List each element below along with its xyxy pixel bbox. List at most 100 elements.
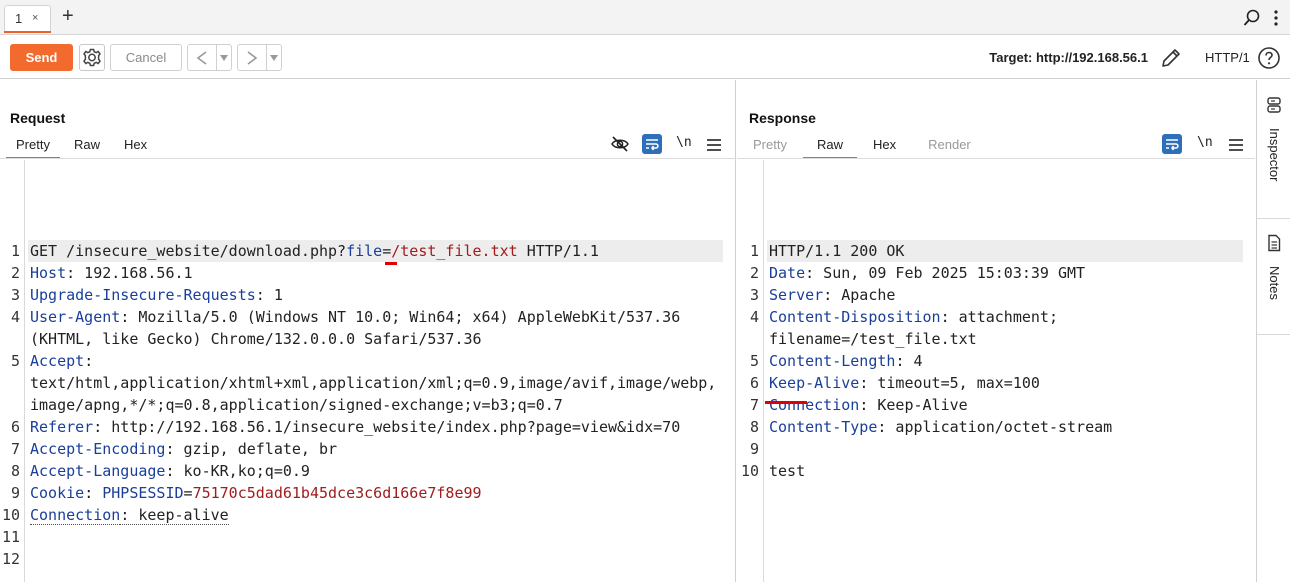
code-line: 7 Connection: Keep-Alive <box>737 394 1255 416</box>
tab-response-pretty[interactable]: Pretty <box>743 137 797 157</box>
forward-history-dropdown[interactable] <box>266 45 281 70</box>
tab-request-hex[interactable]: Hex <box>114 137 157 157</box>
cancel-button[interactable]: Cancel <box>110 44 182 71</box>
edit-target-icon[interactable] <box>1159 46 1183 70</box>
header-name: Cookie <box>30 484 85 502</box>
menu-icon[interactable] <box>704 135 724 155</box>
response-editor[interactable]: 1 HTTP/1.1 200 OK 2 Date: Sun, 09 Feb 2025 … <box>737 160 1255 582</box>
code-line: 5 Accept: <box>0 350 735 372</box>
code-line: 6 Keep-Alive: timeout=5, max=100 <box>737 372 1255 394</box>
header-value: : ko-KR,ko;q=0.9 <box>165 462 310 480</box>
back-button[interactable] <box>188 45 216 70</box>
divider <box>737 158 1255 159</box>
header-name: Connection <box>769 396 860 414</box>
send-button[interactable]: Send <box>10 44 73 71</box>
line-number: 6 <box>749 374 759 392</box>
line-number: 1 <box>10 242 20 260</box>
line-number: 10 <box>740 462 759 480</box>
highlight-mark <box>765 401 807 404</box>
code-line: 2 Host: 192.168.56.1 <box>0 262 735 284</box>
header-value: HTTP/1.1 <box>517 242 599 260</box>
more-options-icon[interactable] <box>1271 9 1281 27</box>
header-value: GET /insecure_website/download.php? <box>30 242 347 260</box>
newline-toggle[interactable]: \n <box>1197 135 1213 150</box>
tab-request-pretty[interactable]: Pretty <box>6 137 60 159</box>
tab-response-raw[interactable]: Raw <box>802 137 857 159</box>
header-name: Host <box>30 264 67 282</box>
code-text: text/html,application/xhtml+xml,applicat… <box>30 372 716 394</box>
code-line: 10 Connection: keep-alive <box>0 504 735 526</box>
notes-label: Notes <box>1267 266 1282 300</box>
tab-response-render[interactable]: Render <box>918 137 981 157</box>
code-text: test <box>769 460 805 482</box>
right-sidebar: Inspector Notes <box>1256 80 1290 582</box>
forward-nav-group <box>237 44 282 71</box>
line-number: 7 <box>749 396 759 414</box>
search-icon[interactable] <box>1243 9 1261 27</box>
header-value: : Keep-Alive <box>859 396 968 414</box>
close-tab-icon[interactable]: × <box>32 12 38 24</box>
param-value: 75170c5dad61b45dce3c6d166e7f8e99 <box>192 484 482 502</box>
code-text: Accept: <box>30 350 93 372</box>
param-value: /test_file.txt <box>391 242 518 260</box>
header-value: image/apng,*/*;q=0.8,application/signed-… <box>30 396 563 414</box>
line-number: 2 <box>10 264 20 282</box>
line-number: 5 <box>749 352 759 370</box>
header-value: : attachment; <box>940 308 1058 326</box>
newline-toggle[interactable]: \n <box>676 135 692 150</box>
header-value: (KHTML, like Gecko) Chrome/132.0.0.0 Saf… <box>30 330 482 348</box>
header-value: test <box>769 462 806 480</box>
header-name: Content-Length <box>769 352 896 370</box>
back-history-dropdown[interactable] <box>216 45 231 70</box>
header-value: : Sun, 09 Feb 2025 15:03:39 GMT <box>805 264 1086 282</box>
inspector-icon <box>1267 97 1281 113</box>
header-value: : application/octet-stream <box>877 418 1113 436</box>
header-value: : 192.168.56.1 <box>66 264 193 282</box>
wrap-lines-button[interactable] <box>642 134 662 154</box>
notes-panel-toggle[interactable]: Notes <box>1257 232 1290 332</box>
gear-icon <box>83 48 101 67</box>
hide-icon[interactable] <box>610 134 630 154</box>
header-name: Upgrade-Insecure-Requests <box>30 286 256 304</box>
tab-strip: 1 × + <box>0 0 1290 35</box>
forward-button[interactable] <box>238 45 266 70</box>
divider <box>1257 218 1290 219</box>
code-line: 5 Content-Length: 4 <box>737 350 1255 372</box>
tab-request-raw[interactable]: Raw <box>64 137 110 157</box>
http-version-selector[interactable]: HTTP/1 <box>1205 50 1250 65</box>
inspector-panel-toggle[interactable]: Inspector <box>1257 94 1290 214</box>
code-line: 1 HTTP/1.1 200 OK <box>750 240 1243 262</box>
new-tab-button[interactable]: + <box>62 6 74 26</box>
code-text: Accept-Language: ko-KR,ko;q=0.9 <box>30 460 310 482</box>
header-value: : http://192.168.56.1/insecure_website/i… <box>93 418 681 436</box>
code-text: Upgrade-Insecure-Requests: 1 <box>30 284 283 306</box>
tab-response-hex[interactable]: Hex <box>863 137 906 157</box>
line-number: 9 <box>749 440 759 458</box>
wrap-lines-button[interactable] <box>1162 134 1182 154</box>
header-name: Connection <box>30 506 121 525</box>
menu-icon[interactable] <box>1226 135 1246 155</box>
line-number: 8 <box>749 418 759 436</box>
settings-button[interactable] <box>79 44 105 71</box>
header-name: Accept <box>30 352 85 370</box>
code-text: Content-Disposition: attachment; <box>769 306 1058 328</box>
header-value: : <box>84 484 103 502</box>
code-text: image/apng,*/*;q=0.8,application/signed-… <box>30 394 563 416</box>
code-line: 8 Content-Type: application/octet-stream <box>737 416 1255 438</box>
code-text: Connection: Keep-Alive <box>769 394 968 416</box>
chevron-right-icon <box>247 50 258 65</box>
request-toolbar: Send Cancel Target: http://192.168.56.1 … <box>0 36 1290 79</box>
code-text: filename=/test_file.txt <box>769 328 977 350</box>
code-text: Referer: http://192.168.56.1/insecure_we… <box>30 416 680 438</box>
active-tab-indicator <box>4 31 51 33</box>
code-line: 7 Accept-Encoding: gzip, deflate, br <box>0 438 735 460</box>
code-line: 9 <box>737 438 1255 460</box>
header-name: Content-Disposition <box>769 308 941 326</box>
code-text: Keep-Alive: timeout=5, max=100 <box>769 372 1040 394</box>
request-editor[interactable]: 1 GET /insecure_website/download.php?file… <box>0 160 735 582</box>
chevron-down-icon <box>220 54 228 61</box>
code-line: 2 Date: Sun, 09 Feb 2025 15:03:39 GMT <box>737 262 1255 284</box>
code-line: 3 Upgrade-Insecure-Requests: 1 <box>0 284 735 306</box>
tab-1[interactable]: 1 × <box>4 5 51 33</box>
help-icon[interactable] <box>1257 46 1281 70</box>
